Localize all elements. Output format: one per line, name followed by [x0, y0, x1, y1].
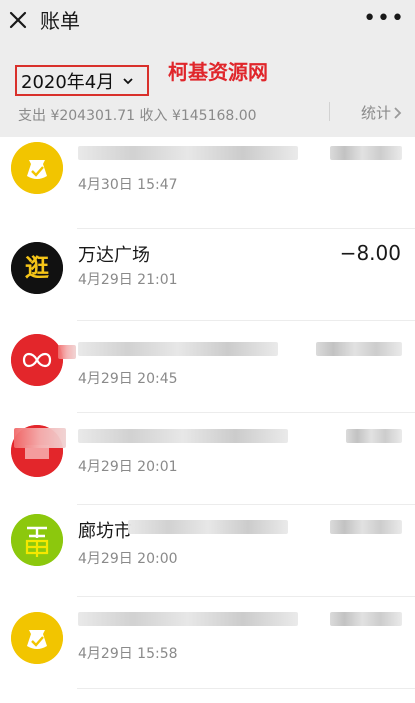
transaction-row[interactable]: 4月29日 20:01 [0, 413, 415, 505]
transaction-time: 4月29日 20:01 [78, 459, 178, 475]
transaction-list: 4月30日 15:47 逛 万达广场 4月29日 21:01 −8.00 4月2… [0, 137, 415, 689]
transaction-row[interactable]: 4月29日 15:58 [0, 597, 415, 689]
close-button[interactable] [6, 8, 30, 34]
blurred-amount [330, 520, 402, 534]
divider [329, 102, 330, 121]
more-button[interactable]: ••• [363, 6, 405, 32]
transaction-time: 4月30日 15:47 [78, 177, 178, 193]
merchant-name: 廊坊市 [78, 521, 132, 542]
watermark-text: 柯基资源网 [168, 60, 268, 84]
blurred-name [78, 146, 298, 160]
transaction-amount: −8.00 [339, 241, 401, 265]
close-icon [9, 11, 27, 29]
transaction-row[interactable]: 4月30日 15:47 [0, 137, 415, 229]
transaction-time: 4月29日 20:45 [78, 371, 178, 387]
blurred-icon-overlay [14, 428, 66, 448]
svg-text:逛: 逛 [25, 254, 49, 282]
transaction-row[interactable]: 廊坊市 4月29日 20:00 [0, 505, 415, 597]
stats-label: 统计 [360, 104, 391, 122]
chevron-down-icon [123, 77, 133, 84]
bill-header: 2020年4月 柯基资源网 支出 ¥204301.71 收入 ¥145168.0… [0, 45, 415, 137]
transaction-row[interactable]: 逛 万达广场 4月29日 21:01 −8.00 [0, 229, 415, 321]
blurred-amount [316, 342, 402, 356]
month-selector[interactable]: 2020年4月 [15, 65, 149, 96]
month-label: 2020年4月 [21, 71, 115, 93]
transaction-row[interactable]: 4月29日 20:45 [0, 321, 415, 413]
blurred-name [78, 429, 288, 443]
chevron-right-icon [394, 106, 402, 119]
transaction-time: 4月29日 20:00 [78, 551, 178, 567]
stats-button[interactable]: 统计 [361, 102, 403, 123]
fruit-logo-icon [11, 514, 63, 566]
monthly-summary: 支出 ¥204301.71 收入 ¥145168.00 [18, 108, 257, 124]
blurred-name [128, 520, 288, 534]
wanda-logo-icon: 逛 [11, 242, 63, 294]
money-bag-icon [11, 142, 63, 194]
money-bag-icon [11, 612, 63, 664]
blurred-name [78, 612, 298, 626]
blurred-amount [346, 429, 402, 443]
transaction-time: 4月29日 15:58 [78, 646, 178, 662]
blurred-icon-overlay [58, 345, 76, 359]
row-divider [77, 688, 415, 689]
page-title: 账单 [40, 9, 80, 33]
infinity-logo-icon [11, 334, 63, 386]
blurred-amount [330, 146, 402, 160]
blurred-amount [330, 612, 402, 626]
blurred-name [78, 342, 278, 356]
merchant-name: 万达广场 [78, 245, 150, 266]
more-horizontal-icon: ••• [363, 6, 405, 31]
top-bar: 账单 ••• [0, 0, 415, 45]
transaction-time: 4月29日 21:01 [78, 272, 178, 288]
